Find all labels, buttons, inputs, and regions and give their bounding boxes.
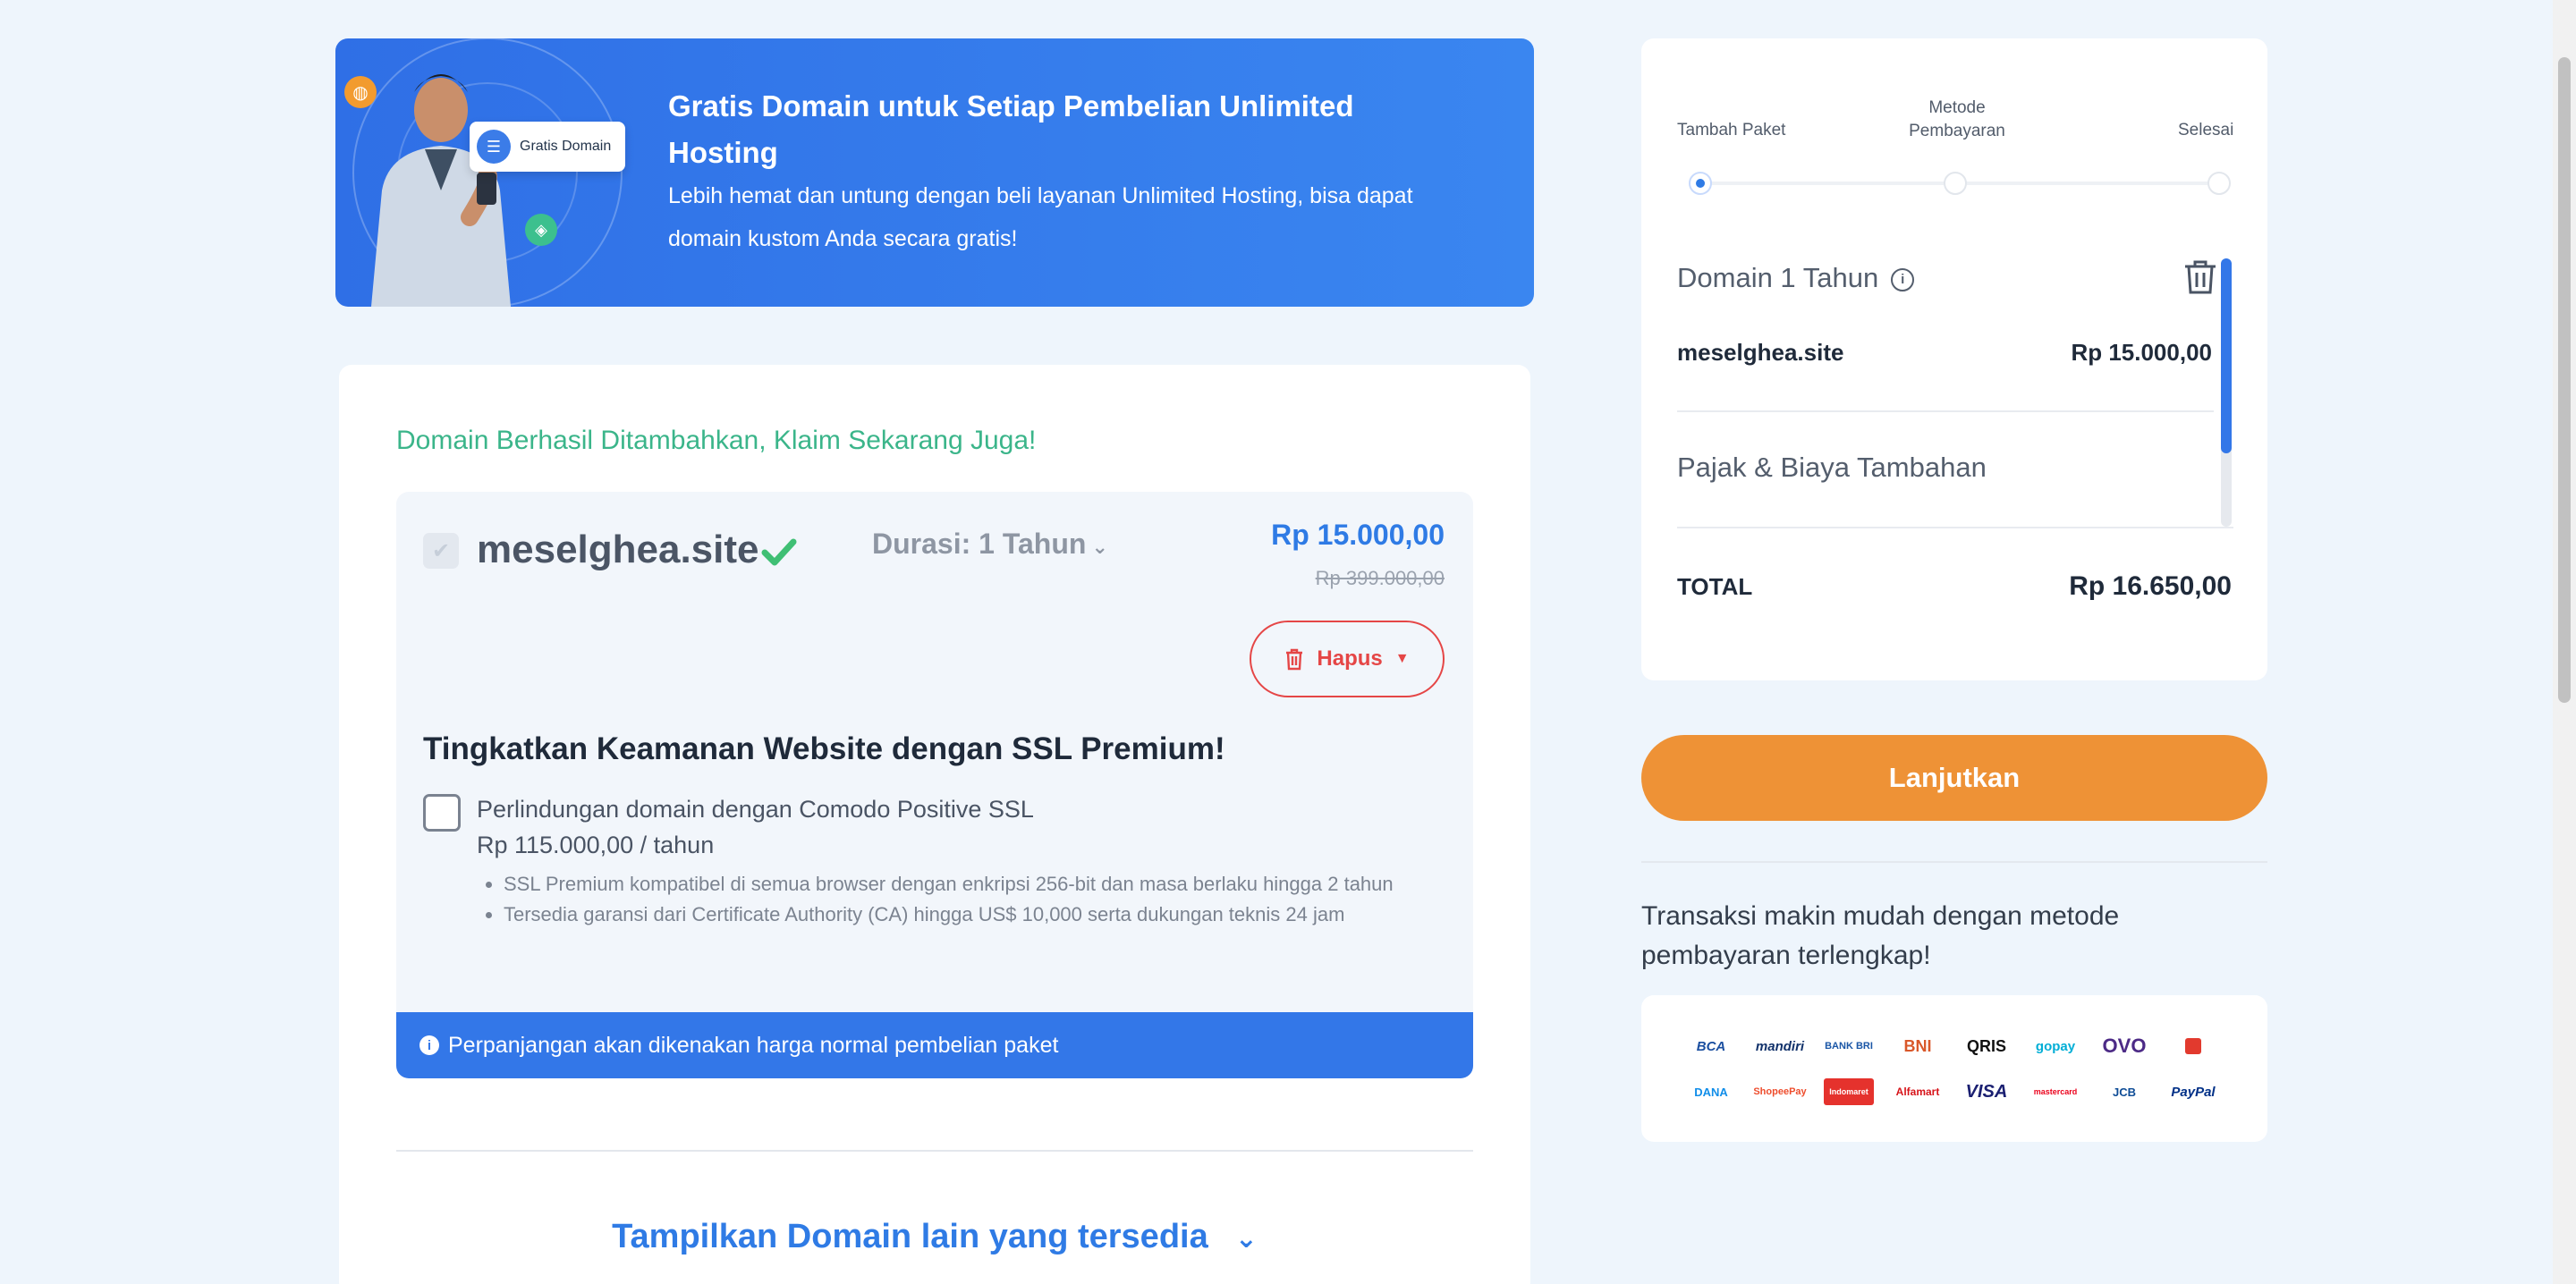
list-item: Tersedia garansi dari Certificate Author… xyxy=(504,900,1434,930)
shopeepay-logo: ShopeePay xyxy=(1753,1086,1807,1097)
ssl-option-price: Rp 115.000,00 / tahun xyxy=(477,832,715,858)
summary-domain: meselghea.site xyxy=(1677,339,1844,366)
ssl-checkbox[interactable] xyxy=(423,794,461,832)
promo-title: Gratis Domain untuk Setiap Pembelian Unl… xyxy=(668,89,1354,169)
ovo-logo: OVO xyxy=(2102,1035,2147,1057)
domain-icon: ☰ xyxy=(477,130,511,164)
domain-original-price: Rp 399.000,00 xyxy=(1315,567,1445,589)
bni-logo: BNI xyxy=(1903,1036,1932,1055)
remove-label: Hapus xyxy=(1317,646,1383,671)
renewal-notice-text: Perpanjangan akan dikenakan harga normal… xyxy=(448,1032,1059,1058)
list-item: SSL Premium kompatibel di semua browser … xyxy=(504,869,1434,900)
show-more-domains-link[interactable]: Tampilkan Domain lain yang tersedia ⌄ xyxy=(339,1218,1530,1256)
step-1-label: Tambah Paket xyxy=(1677,121,1786,139)
renewal-notice: i Perpanjangan akan dikenakan harga norm… xyxy=(396,1012,1473,1078)
show-more-label: Tampilkan Domain lain yang tersedia xyxy=(612,1218,1208,1255)
continue-button[interactable]: Lanjutkan xyxy=(1641,735,2267,821)
domain-card: Domain Berhasil Ditambahkan, Klaim Sekar… xyxy=(339,365,1530,1284)
summary-domain-price: Rp 15.000,00 xyxy=(2071,339,2212,366)
payment-logos: BCA mandiri BANK BRI BNI QRIS gopay OVO … xyxy=(1641,995,2267,1142)
tag-icon: ◈ xyxy=(525,214,557,246)
qris-logo: QRIS xyxy=(1966,1036,2006,1055)
akulaku-logo xyxy=(2159,1033,2227,1060)
page-scrollbar-thumb[interactable] xyxy=(2558,57,2571,703)
chevron-down-icon: ⌄ xyxy=(1234,1224,1258,1254)
jcb-logo: JCB xyxy=(2112,1085,2136,1099)
bri-logo: BANK BRI xyxy=(1825,1041,1873,1052)
mandiri-logo: mandiri xyxy=(1755,1038,1805,1054)
duration-select[interactable]: Durasi: 1 Tahun ⌄ xyxy=(872,528,1108,561)
ssl-title: Tingkatkan Keamanan Website dengan SSL P… xyxy=(423,731,1225,766)
step-3-dot xyxy=(2207,172,2231,195)
promo-subtitle: Lebih hemat dan untung dengan beli layan… xyxy=(668,183,1413,251)
free-domain-badge-label: Gratis Domain xyxy=(520,139,612,154)
remove-button[interactable]: Hapus ▼ xyxy=(1250,621,1445,697)
trash-icon xyxy=(1286,648,1303,671)
summary-scrollbar-thumb[interactable] xyxy=(2221,258,2232,453)
promo-banner: ☰ Gratis Domain ◍ ◈ Gratis Domain untuk … xyxy=(335,38,1534,307)
summary-item-title: Domain 1 Tahun i xyxy=(1677,262,1915,294)
chevron-down-icon: ⌄ xyxy=(1091,536,1108,558)
indomaret-logo: Indomaret xyxy=(1824,1078,1874,1105)
info-icon: i xyxy=(419,1035,439,1055)
check-icon xyxy=(761,538,797,566)
alfamart-logo: Alfamart xyxy=(1895,1085,1940,1098)
ssl-feature-list: SSL Premium kompatibel di semua browser … xyxy=(504,869,1434,930)
free-domain-badge: ☰ Gratis Domain xyxy=(470,122,625,172)
ssl-option-label: Perlindungan domain dengan Comodo Positi… xyxy=(477,796,1034,823)
payment-methods-text: Transaksi makin mudah dengan metode pemb… xyxy=(1641,901,2120,970)
success-message: Domain Berhasil Ditambahkan, Klaim Sekar… xyxy=(396,426,1037,455)
summary-item-title-text: Domain 1 Tahun xyxy=(1677,262,1879,293)
promo-illustration xyxy=(352,38,623,307)
domain-checkbox: ✔ xyxy=(423,533,459,569)
dana-logo: DANA xyxy=(1694,1085,1728,1099)
step-2-label: Metode Pembayaran xyxy=(1909,98,2005,140)
domain-item: ✔ meselghea.site Durasi: 1 Tahun ⌄ Rp 15.… xyxy=(396,492,1473,1078)
domain-name: meselghea.site xyxy=(477,528,759,571)
bca-logo: BCA xyxy=(1696,1038,1726,1054)
divider xyxy=(1641,861,2267,863)
trash-icon[interactable] xyxy=(2182,258,2218,296)
tax-label: Pajak & Biaya Tambahan xyxy=(1677,452,1987,483)
domain-price: Rp 15.000,00 xyxy=(1271,519,1445,551)
divider xyxy=(1677,527,2233,528)
total-label: TOTAL xyxy=(1677,573,1753,600)
caret-down-icon: ▼ xyxy=(1394,651,1410,666)
total-value: Rp 16.650,00 xyxy=(2069,571,2232,601)
mastercard-logo: mastercard xyxy=(2033,1087,2078,1096)
akulaku-mark xyxy=(2185,1038,2201,1054)
info-icon[interactable]: i xyxy=(1891,267,1915,291)
visa-logo: VISA xyxy=(1965,1081,2008,1102)
gopay-logo: gopay xyxy=(2035,1038,2076,1054)
step-1-dot xyxy=(1689,172,1712,195)
order-summary: Tambah Paket Metode Pembayaran Selesai D… xyxy=(1641,38,2267,680)
paypal-logo: PayPal xyxy=(2171,1084,2216,1100)
duration-label: Durasi: 1 Tahun xyxy=(872,528,1087,560)
step-2-dot xyxy=(1944,172,1967,195)
step-3-label: Selesai xyxy=(2178,121,2234,139)
divider xyxy=(1677,410,2214,412)
divider xyxy=(396,1150,1473,1152)
globe-icon: ◍ xyxy=(344,76,377,108)
